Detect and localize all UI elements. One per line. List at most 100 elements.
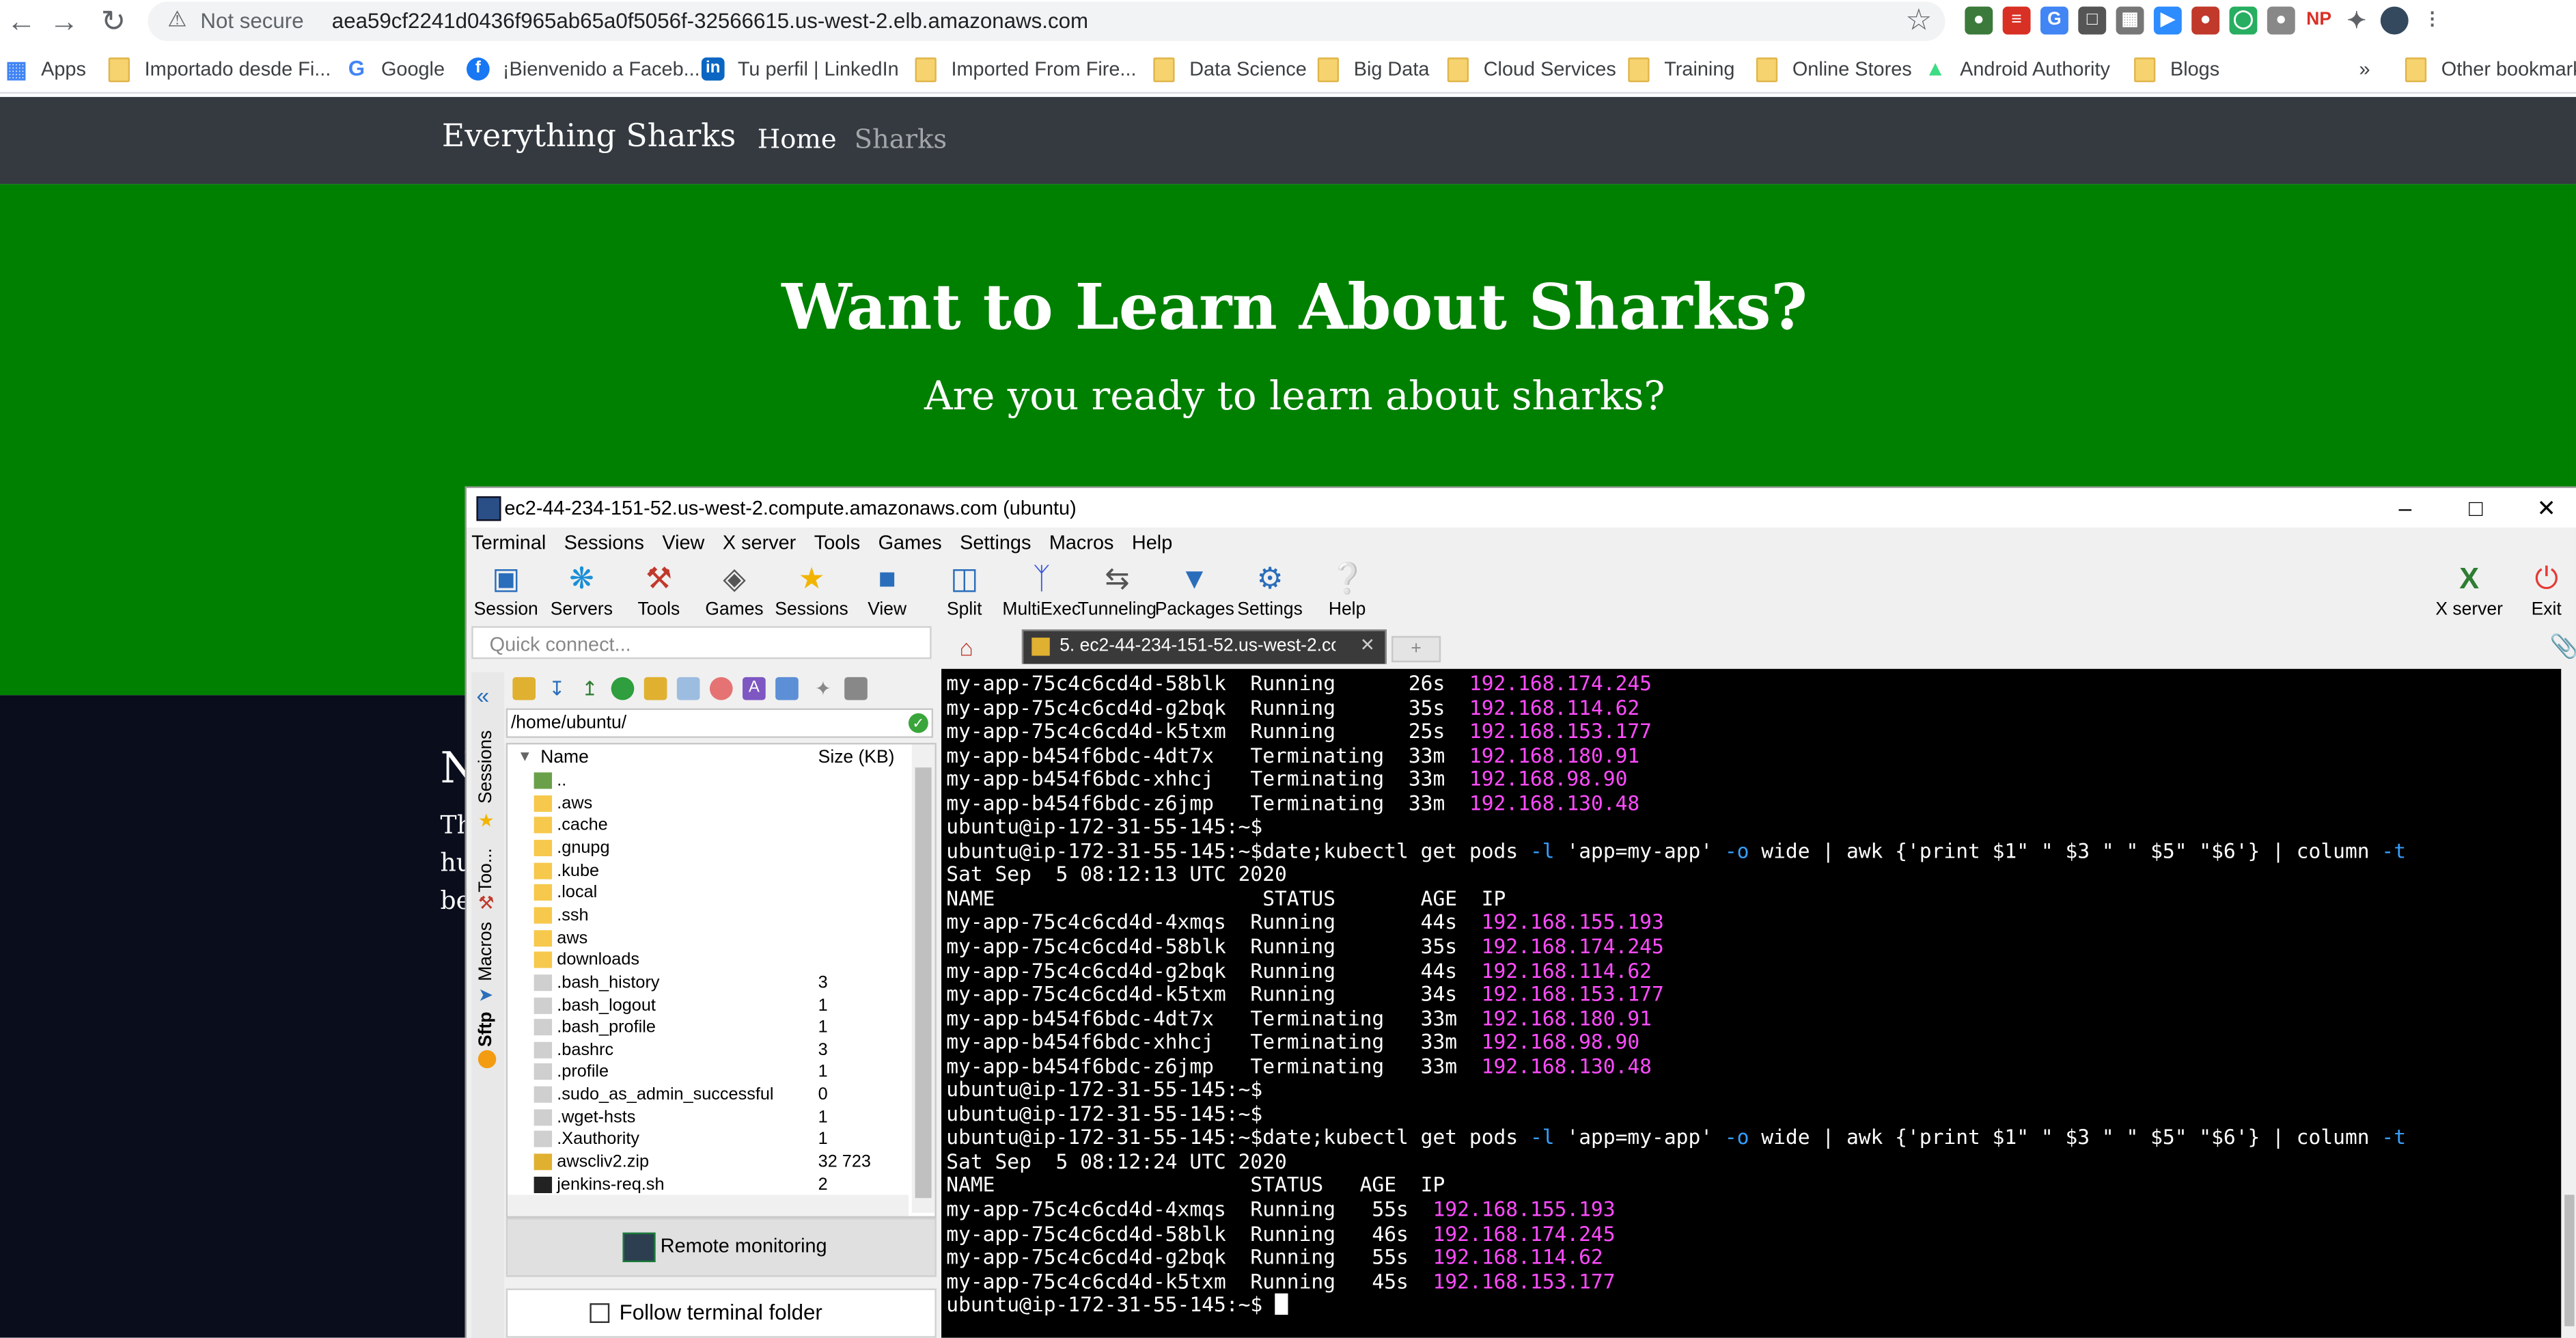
file-row[interactable]: jenkins-req.sh 2 xyxy=(508,1173,909,1196)
file-row[interactable]: .bash_logout 1 xyxy=(508,994,909,1017)
close-icon[interactable]: ✕ xyxy=(2514,491,2576,524)
file-row[interactable]: aws xyxy=(508,926,909,949)
sessions-button[interactable]: ★ Sessions xyxy=(772,560,850,619)
refresh-icon[interactable] xyxy=(611,677,635,700)
file-row[interactable]: .bashrc 3 xyxy=(508,1038,909,1061)
file-row[interactable]: .cache xyxy=(508,814,909,837)
scroll-thumb[interactable] xyxy=(915,767,932,1199)
scroll-thumb[interactable] xyxy=(2564,1194,2575,1326)
extension-globe-icon[interactable]: ● xyxy=(1965,6,1993,35)
side-tab-sessions[interactable]: Sessions xyxy=(476,731,496,804)
menu-x-server[interactable]: X server xyxy=(718,531,803,560)
file-list-hscrollbar[interactable] xyxy=(508,1194,909,1216)
url-text[interactable]: aea59cf2241d0436f965ab65a0f5056f-3256661… xyxy=(332,8,1088,33)
file-row[interactable]: .profile 1 xyxy=(508,1061,909,1084)
sftp-path-input[interactable]: /home/ubuntu/ ✓ xyxy=(505,708,934,738)
follow-folder-checkbox[interactable] xyxy=(590,1303,610,1324)
back-icon[interactable]: ← xyxy=(3,3,40,40)
rename-icon[interactable]: A xyxy=(743,677,766,700)
window-titlebar[interactable]: ec2-44-234-151-52.us-west-2.compute.amaz… xyxy=(467,488,2576,528)
servers-button[interactable]: ❋ Servers xyxy=(542,560,621,619)
site-brand[interactable]: Everything Sharks xyxy=(442,118,736,154)
maximize-icon[interactable]: □ xyxy=(2443,491,2508,524)
remote-monitoring-button[interactable]: Remote monitoring xyxy=(505,1218,937,1277)
side-tab-macros[interactable]: Macros xyxy=(476,922,496,981)
translate-icon[interactable]: G xyxy=(2040,6,2068,35)
settings-button[interactable]: ⚙ Settings xyxy=(1230,560,1309,619)
file-row[interactable]: .local xyxy=(508,882,909,905)
upload-icon[interactable]: ↥ xyxy=(579,677,602,700)
new-file-icon[interactable] xyxy=(676,677,700,700)
menu-terminal[interactable]: Terminal xyxy=(467,531,553,560)
tunneling-button[interactable]: ⇆ Tunneling xyxy=(1078,560,1157,619)
extension-grid-icon[interactable]: ▦ xyxy=(2116,6,2144,35)
paperclip-icon[interactable]: 📎 xyxy=(2550,633,2576,661)
bookmark-android-authority[interactable]: ▲ Android Authority xyxy=(1924,56,2110,82)
new-folder-icon[interactable] xyxy=(643,677,667,700)
bookmark-importado[interactable]: Importado desde Fi... xyxy=(108,56,331,82)
menu-settings[interactable]: Settings xyxy=(955,531,1038,560)
multiexec-button[interactable]: ᛉ MultiExec xyxy=(1002,560,1081,619)
menu-view[interactable]: View xyxy=(657,531,711,560)
bookmark-online-stores[interactable]: Online Stores xyxy=(1756,56,1912,82)
file-row[interactable]: awscliv2.zip 32 723 xyxy=(508,1151,909,1174)
file-row[interactable]: .wget-hsts 1 xyxy=(508,1106,909,1129)
bookmark-data-science[interactable]: Data Science xyxy=(1153,56,1307,82)
file-list-scrollbar[interactable] xyxy=(911,744,935,1213)
extension-red-icon[interactable]: ≡ xyxy=(2002,6,2031,35)
menu-sessions[interactable]: Sessions xyxy=(559,531,651,560)
terminal-icon[interactable] xyxy=(844,677,868,700)
packages-button[interactable]: ▼ Packages xyxy=(1155,560,1234,619)
x-server-button[interactable]: XX server xyxy=(2430,560,2508,619)
bookmark-apps[interactable]: ▦ Apps xyxy=(5,56,86,82)
bookmark-star-icon[interactable]: ☆ xyxy=(1905,3,1932,38)
split-button[interactable]: ◫ Split xyxy=(925,560,1003,619)
bookmark-google[interactable]: G Google xyxy=(345,56,445,82)
column-name[interactable]: Name xyxy=(540,748,589,767)
nav-link-sharks[interactable]: Sharks xyxy=(855,123,947,154)
collapse-chevron-icon[interactable]: « xyxy=(476,682,489,708)
forward-icon[interactable]: → xyxy=(46,3,82,40)
menu-tools[interactable]: Tools xyxy=(809,531,867,560)
tab-close-icon[interactable]: ✕ xyxy=(1360,634,1375,656)
nav-link-home[interactable]: Home xyxy=(758,123,837,154)
view-button[interactable]: ■ View xyxy=(848,560,926,619)
bookmark-imported-firefox[interactable]: Imported From Fire... xyxy=(915,56,1136,82)
bookmark-linkedin[interactable]: in Tu perfil | LinkedIn xyxy=(701,56,899,82)
file-row[interactable]: .bash_profile 1 xyxy=(508,1016,909,1039)
file-row[interactable]: .gnupg xyxy=(508,836,909,860)
follow-terminal-folder[interactable]: Follow terminal folder xyxy=(505,1288,937,1338)
extension-green-icon[interactable]: ◯ xyxy=(2229,6,2258,35)
file-row[interactable]: .bash_history 3 xyxy=(508,971,909,994)
menu-macros[interactable]: Macros xyxy=(1044,531,1120,560)
file-row[interactable]: .Xauthority 1 xyxy=(508,1128,909,1151)
file-row[interactable]: .sudo_as_admin_successful 0 xyxy=(508,1083,909,1106)
file-row[interactable]: .ssh xyxy=(508,903,909,927)
side-tab-sftp[interactable]: Sftp xyxy=(476,1012,496,1047)
avatar[interactable] xyxy=(2380,6,2409,35)
bookmark-other[interactable]: Other bookmark xyxy=(2405,56,2576,82)
extension-shield-icon[interactable]: □ xyxy=(2078,6,2107,35)
check-icon[interactable]: ✓ xyxy=(908,713,928,733)
sort-chevron-icon[interactable]: ▼ xyxy=(518,748,532,764)
bookmark-cloud-services[interactable]: Cloud Services xyxy=(1447,56,1616,82)
menu-help[interactable]: Help xyxy=(1127,531,1179,560)
tab-ssh-session[interactable]: 5. ec2-44-234-151-52.us-west-2.compute ✕ xyxy=(1021,629,1387,664)
wand-icon[interactable]: ✦ xyxy=(812,677,835,700)
exit-button[interactable]: ⏻ Exit xyxy=(2507,560,2576,619)
column-size[interactable]: Size (KB) xyxy=(818,748,895,767)
np-icon[interactable]: NP xyxy=(2305,6,2333,35)
permissions-icon[interactable] xyxy=(775,677,799,700)
new-tab-button[interactable]: + xyxy=(1391,636,1441,663)
reload-icon[interactable]: ↻ xyxy=(95,3,131,40)
home-tab-icon[interactable]: ⌂ xyxy=(960,634,973,660)
extension-gray-icon[interactable]: ● xyxy=(2267,6,2295,35)
download-icon[interactable]: ↧ xyxy=(545,677,568,700)
delete-icon[interactable] xyxy=(709,677,733,700)
quick-connect-input[interactable]: Quick connect... xyxy=(471,626,932,659)
minimize-icon[interactable]: – xyxy=(2372,491,2438,524)
games-button[interactable]: ◈ Games xyxy=(695,560,773,619)
help-button[interactable]: ❔ Help xyxy=(1307,560,1386,619)
bookmark-big-data[interactable]: Big Data xyxy=(1317,56,1429,82)
file-row[interactable]: downloads xyxy=(508,948,909,972)
